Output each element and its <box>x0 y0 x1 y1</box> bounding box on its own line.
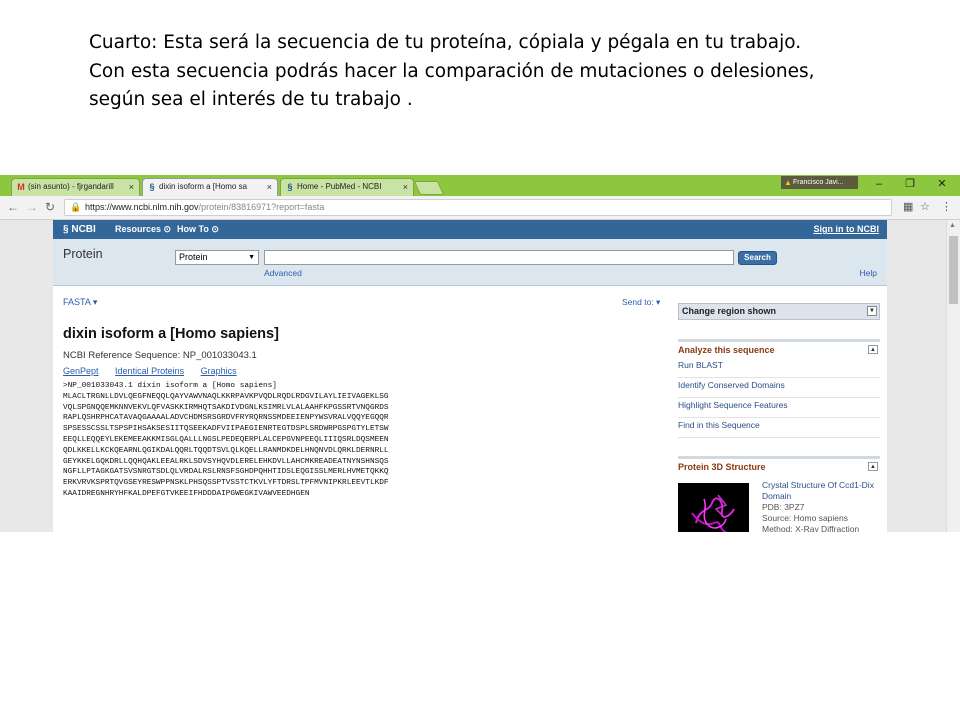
slide-caption: Cuarto: Esta será la secuencia de tu pro… <box>89 29 889 115</box>
structure-source: Source: Homo sapiens <box>762 513 848 523</box>
profile-button[interactable]: ▲ Francisco Javi... <box>781 176 858 189</box>
close-icon[interactable]: × <box>403 179 408 195</box>
structure-title: Protein 3D Structure <box>678 462 766 472</box>
structure-info: Crystal Structure Of Ccd1-Dix Domain PDB… <box>762 480 880 532</box>
web-page: § NCBI Resources ⊙ How To ⊙ Sign in to N… <box>0 220 960 532</box>
send-to-menu[interactable]: Send to: ▾ <box>622 297 660 308</box>
structure-section: Protein 3D Structure ▲ Crystal Structure… <box>678 456 880 532</box>
url-path: /protein/83816971?report=fasta <box>198 202 325 212</box>
structure-pdb: PDB: 3PZ7 <box>762 502 805 512</box>
forward-icon[interactable]: → <box>26 200 38 214</box>
search-bar: Protein Protein ▼ Search Advanced Help <box>53 239 887 286</box>
database-title: Protein <box>63 247 103 261</box>
analyze-section: Analyze this sequence ▲ Run BLAST Identi… <box>678 339 880 438</box>
structure-header: Protein 3D Structure ▲ <box>678 459 880 475</box>
help-link[interactable]: Help <box>860 268 877 278</box>
browser-screenshot: M (sin asunto) - fjrgandarill × § dixin … <box>0 175 960 532</box>
highlight-features-link[interactable]: Highlight Sequence Features <box>678 398 880 418</box>
change-region-label: Change region shown <box>682 306 777 316</box>
reload-icon[interactable]: ↻ <box>45 200 55 214</box>
collapse-icon[interactable]: ▲ <box>868 462 878 471</box>
structure-thumbnail[interactable] <box>678 483 749 532</box>
tab-bar: M (sin asunto) - fjrgandarill × § dixin … <box>0 175 960 196</box>
scroll-up-icon[interactable]: ▲ <box>949 222 956 229</box>
database-select[interactable]: Protein ▼ <box>175 250 259 265</box>
database-select-value: Protein <box>179 252 208 262</box>
record-title: dixin isoform a [Homo sapiens] <box>63 326 279 342</box>
chevron-down-icon: ⊙ <box>211 224 219 234</box>
graphics-link[interactable]: Graphics <box>201 366 237 376</box>
send-to-label: Send to: <box>622 297 654 307</box>
lock-icon: 🔒 <box>70 202 82 212</box>
ncbi-logo-text: NCBI <box>71 224 96 235</box>
structure-name-link[interactable]: Crystal Structure Of Ccd1-Dix Domain <box>762 480 880 502</box>
format-menu[interactable]: FASTA ▾ <box>63 297 97 308</box>
record-links: GenPept Identical Proteins Graphics <box>63 366 251 376</box>
scrollbar-thumb[interactable] <box>949 236 958 304</box>
dropdown-arrow-icon: ▼ <box>248 254 255 261</box>
run-blast-link[interactable]: Run BLAST <box>678 358 880 378</box>
resources-menu[interactable]: Resources ⊙ <box>115 223 171 236</box>
page-scrollbar[interactable]: ▲ <box>946 220 960 532</box>
how-to-label: How To <box>177 224 209 234</box>
address-bar[interactable]: 🔒 https://www.ncbi.nlm.nih.gov/protein/8… <box>64 199 892 216</box>
restore-icon[interactable]: ❐ <box>903 177 917 191</box>
advanced-link[interactable]: Advanced <box>264 268 302 278</box>
analyze-header: Analyze this sequence ▲ <box>678 342 880 358</box>
warning-icon: ▲ <box>784 178 792 187</box>
address-toolbar: ← → ↻ 🔒 https://www.ncbi.nlm.nih.gov/pro… <box>0 196 960 220</box>
chevron-down-icon: ▾ <box>656 297 661 307</box>
back-icon[interactable]: ← <box>7 200 19 214</box>
new-tab-button[interactable] <box>413 181 445 195</box>
close-icon[interactable]: × <box>129 179 134 195</box>
tab-label: (sin asunto) - fjrgandarill <box>28 182 114 191</box>
close-icon[interactable]: × <box>267 179 272 195</box>
minimize-icon[interactable]: – <box>872 177 886 191</box>
translate-icon[interactable]: ▦ <box>903 201 913 214</box>
tab-label: Home - PubMed - NCBI <box>297 182 382 191</box>
sign-in-link[interactable]: Sign in to NCBI <box>814 223 880 236</box>
collapse-icon[interactable]: ▲ <box>868 345 878 354</box>
tab-dixin[interactable]: § dixin isoform a [Homo sa × <box>142 178 278 196</box>
ncbi-page: § NCBI Resources ⊙ How To ⊙ Sign in to N… <box>53 220 887 532</box>
close-window-icon[interactable]: ✕ <box>935 177 949 191</box>
chevron-down-icon: ⊙ <box>163 224 172 234</box>
conserved-domains-link[interactable]: Identify Conserved Domains <box>678 378 880 398</box>
protein-structure-image <box>691 494 735 532</box>
ncbi-favicon-icon: § <box>287 182 293 192</box>
caption-line-2: Con esta secuencia podrás hacer la compa… <box>89 60 815 82</box>
caption-line-3: según sea el interés de tu trabajo . <box>89 89 413 110</box>
change-region-select[interactable]: Change region shown ▼ <box>678 303 880 320</box>
refseq-id: NCBI Reference Sequence: NP_001033043.1 <box>63 350 257 361</box>
bookmark-star-icon[interactable]: ☆ <box>920 201 930 214</box>
tab-label: dixin isoform a [Homo sa <box>159 182 248 191</box>
identical-proteins-link[interactable]: Identical Proteins <box>115 366 184 376</box>
tab-gmail[interactable]: M (sin asunto) - fjrgandarill × <box>11 178 140 196</box>
tab-pubmed[interactable]: § Home - PubMed - NCBI × <box>280 178 414 196</box>
menu-dots-icon[interactable]: ⋮ <box>941 201 952 214</box>
dropdown-arrow-icon: ▼ <box>867 306 877 316</box>
chevron-down-icon: ▾ <box>92 297 98 307</box>
caption-line-1: Cuarto: Esta será la secuencia de tu pro… <box>89 32 802 53</box>
resources-label: Resources <box>115 224 162 234</box>
ncbi-favicon-icon: § <box>149 182 155 192</box>
search-input[interactable] <box>264 250 734 265</box>
structure-method: Method: X-Ray Diffraction <box>762 524 860 532</box>
find-in-sequence-link[interactable]: Find in this Sequence <box>678 418 880 438</box>
how-to-menu[interactable]: How To ⊙ <box>177 223 219 236</box>
profile-name: Francisco Javi... <box>793 179 844 186</box>
ncbi-logo[interactable]: § NCBI <box>63 223 96 236</box>
ncbi-header: § NCBI Resources ⊙ How To ⊙ Sign in to N… <box>53 220 887 239</box>
gmail-icon: M <box>17 182 25 192</box>
search-button[interactable]: Search <box>738 251 777 265</box>
url-host: https://www.ncbi.nlm.nih.gov <box>85 202 199 212</box>
genpept-link[interactable]: GenPept <box>63 366 99 376</box>
analyze-title: Analyze this sequence <box>678 345 775 355</box>
fasta-sequence[interactable]: >NP_001033043.1 dixin isoform a [Homo sa… <box>63 381 423 500</box>
format-label: FASTA <box>63 297 91 307</box>
